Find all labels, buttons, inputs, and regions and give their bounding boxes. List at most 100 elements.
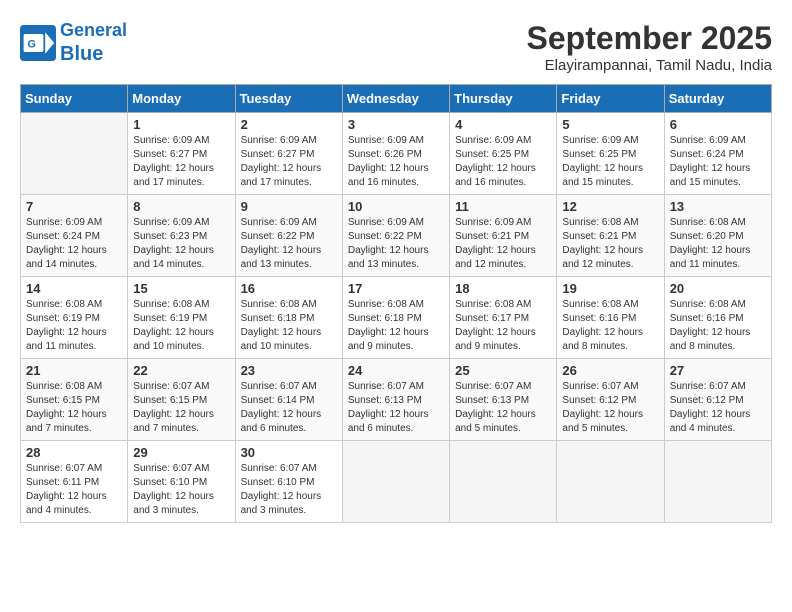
sunset: Sunset: 6:27 PM bbox=[241, 149, 315, 160]
daylight: Daylight: 12 hours and 14 minutes. bbox=[133, 245, 214, 270]
sunset: Sunset: 6:17 PM bbox=[455, 313, 529, 324]
sunset: Sunset: 6:16 PM bbox=[670, 313, 744, 324]
day-number: 30 bbox=[241, 445, 337, 460]
sunset: Sunset: 6:23 PM bbox=[133, 231, 207, 242]
column-header-saturday: Saturday bbox=[664, 85, 771, 113]
day-info: Sunrise: 6:08 AM Sunset: 6:18 PM Dayligh… bbox=[241, 298, 337, 354]
day-info: Sunrise: 6:07 AM Sunset: 6:10 PM Dayligh… bbox=[133, 462, 229, 518]
sunrise: Sunrise: 6:08 AM bbox=[348, 299, 424, 310]
calendar-cell: 23 Sunrise: 6:07 AM Sunset: 6:14 PM Dayl… bbox=[235, 359, 342, 441]
sunrise: Sunrise: 6:07 AM bbox=[670, 381, 746, 392]
calendar-cell: 20 Sunrise: 6:08 AM Sunset: 6:16 PM Dayl… bbox=[664, 277, 771, 359]
day-number: 14 bbox=[26, 281, 122, 296]
day-number: 13 bbox=[670, 199, 766, 214]
sunrise: Sunrise: 6:08 AM bbox=[562, 217, 638, 228]
daylight: Daylight: 12 hours and 16 minutes. bbox=[348, 163, 429, 188]
day-number: 29 bbox=[133, 445, 229, 460]
calendar-cell: 10 Sunrise: 6:09 AM Sunset: 6:22 PM Dayl… bbox=[342, 195, 449, 277]
day-info: Sunrise: 6:08 AM Sunset: 6:18 PM Dayligh… bbox=[348, 298, 444, 354]
calendar-cell: 6 Sunrise: 6:09 AM Sunset: 6:24 PM Dayli… bbox=[664, 113, 771, 195]
daylight: Daylight: 12 hours and 3 minutes. bbox=[133, 491, 214, 516]
day-number: 27 bbox=[670, 363, 766, 378]
sunrise: Sunrise: 6:08 AM bbox=[241, 299, 317, 310]
sunrise: Sunrise: 6:09 AM bbox=[455, 217, 531, 228]
day-info: Sunrise: 6:09 AM Sunset: 6:24 PM Dayligh… bbox=[670, 134, 766, 190]
calendar-cell: 21 Sunrise: 6:08 AM Sunset: 6:15 PM Dayl… bbox=[21, 359, 128, 441]
calendar: SundayMondayTuesdayWednesdayThursdayFrid… bbox=[20, 84, 772, 523]
daylight: Daylight: 12 hours and 7 minutes. bbox=[26, 409, 107, 434]
sunset: Sunset: 6:25 PM bbox=[455, 149, 529, 160]
day-info: Sunrise: 6:08 AM Sunset: 6:16 PM Dayligh… bbox=[670, 298, 766, 354]
day-number: 6 bbox=[670, 117, 766, 132]
sunset: Sunset: 6:24 PM bbox=[26, 231, 100, 242]
sunset: Sunset: 6:19 PM bbox=[26, 313, 100, 324]
calendar-cell: 14 Sunrise: 6:08 AM Sunset: 6:19 PM Dayl… bbox=[21, 277, 128, 359]
daylight: Daylight: 12 hours and 5 minutes. bbox=[562, 409, 643, 434]
sunset: Sunset: 6:22 PM bbox=[348, 231, 422, 242]
sunset: Sunset: 6:12 PM bbox=[670, 395, 744, 406]
daylight: Daylight: 12 hours and 11 minutes. bbox=[670, 245, 751, 270]
calendar-cell: 5 Sunrise: 6:09 AM Sunset: 6:25 PM Dayli… bbox=[557, 113, 664, 195]
logo-text: General Blue bbox=[60, 20, 127, 66]
column-header-monday: Monday bbox=[128, 85, 235, 113]
daylight: Daylight: 12 hours and 12 minutes. bbox=[562, 245, 643, 270]
calendar-week-4: 21 Sunrise: 6:08 AM Sunset: 6:15 PM Dayl… bbox=[21, 359, 772, 441]
column-header-sunday: Sunday bbox=[21, 85, 128, 113]
daylight: Daylight: 12 hours and 8 minutes. bbox=[562, 327, 643, 352]
day-info: Sunrise: 6:09 AM Sunset: 6:24 PM Dayligh… bbox=[26, 216, 122, 272]
calendar-cell: 3 Sunrise: 6:09 AM Sunset: 6:26 PM Dayli… bbox=[342, 113, 449, 195]
sunrise: Sunrise: 6:08 AM bbox=[133, 299, 209, 310]
daylight: Daylight: 12 hours and 9 minutes. bbox=[348, 327, 429, 352]
day-info: Sunrise: 6:09 AM Sunset: 6:23 PM Dayligh… bbox=[133, 216, 229, 272]
sunrise: Sunrise: 6:09 AM bbox=[133, 135, 209, 146]
sunrise: Sunrise: 6:08 AM bbox=[562, 299, 638, 310]
day-info: Sunrise: 6:08 AM Sunset: 6:17 PM Dayligh… bbox=[455, 298, 551, 354]
daylight: Daylight: 12 hours and 14 minutes. bbox=[26, 245, 107, 270]
day-number: 10 bbox=[348, 199, 444, 214]
calendar-cell: 1 Sunrise: 6:09 AM Sunset: 6:27 PM Dayli… bbox=[128, 113, 235, 195]
sunrise: Sunrise: 6:09 AM bbox=[133, 217, 209, 228]
daylight: Daylight: 12 hours and 6 minutes. bbox=[241, 409, 322, 434]
column-header-wednesday: Wednesday bbox=[342, 85, 449, 113]
sunset: Sunset: 6:24 PM bbox=[670, 149, 744, 160]
day-number: 22 bbox=[133, 363, 229, 378]
day-info: Sunrise: 6:09 AM Sunset: 6:21 PM Dayligh… bbox=[455, 216, 551, 272]
day-info: Sunrise: 6:09 AM Sunset: 6:27 PM Dayligh… bbox=[133, 134, 229, 190]
daylight: Daylight: 12 hours and 17 minutes. bbox=[133, 163, 214, 188]
calendar-cell bbox=[342, 441, 449, 523]
logo-icon: G bbox=[20, 25, 56, 61]
month-title: September 2025 bbox=[527, 20, 772, 57]
calendar-cell: 24 Sunrise: 6:07 AM Sunset: 6:13 PM Dayl… bbox=[342, 359, 449, 441]
column-header-tuesday: Tuesday bbox=[235, 85, 342, 113]
sunset: Sunset: 6:20 PM bbox=[670, 231, 744, 242]
calendar-cell: 2 Sunrise: 6:09 AM Sunset: 6:27 PM Dayli… bbox=[235, 113, 342, 195]
daylight: Daylight: 12 hours and 10 minutes. bbox=[133, 327, 214, 352]
calendar-week-5: 28 Sunrise: 6:07 AM Sunset: 6:11 PM Dayl… bbox=[21, 441, 772, 523]
sunset: Sunset: 6:15 PM bbox=[26, 395, 100, 406]
sunset: Sunset: 6:10 PM bbox=[133, 477, 207, 488]
calendar-cell: 22 Sunrise: 6:07 AM Sunset: 6:15 PM Dayl… bbox=[128, 359, 235, 441]
day-info: Sunrise: 6:07 AM Sunset: 6:13 PM Dayligh… bbox=[455, 380, 551, 436]
day-number: 2 bbox=[241, 117, 337, 132]
day-info: Sunrise: 6:09 AM Sunset: 6:27 PM Dayligh… bbox=[241, 134, 337, 190]
calendar-cell: 26 Sunrise: 6:07 AM Sunset: 6:12 PM Dayl… bbox=[557, 359, 664, 441]
day-number: 25 bbox=[455, 363, 551, 378]
day-info: Sunrise: 6:08 AM Sunset: 6:21 PM Dayligh… bbox=[562, 216, 658, 272]
calendar-cell: 19 Sunrise: 6:08 AM Sunset: 6:16 PM Dayl… bbox=[557, 277, 664, 359]
sunrise: Sunrise: 6:08 AM bbox=[670, 299, 746, 310]
day-number: 15 bbox=[133, 281, 229, 296]
calendar-cell: 9 Sunrise: 6:09 AM Sunset: 6:22 PM Dayli… bbox=[235, 195, 342, 277]
day-info: Sunrise: 6:09 AM Sunset: 6:25 PM Dayligh… bbox=[562, 134, 658, 190]
sunrise: Sunrise: 6:07 AM bbox=[562, 381, 638, 392]
sunrise: Sunrise: 6:07 AM bbox=[241, 463, 317, 474]
day-info: Sunrise: 6:09 AM Sunset: 6:22 PM Dayligh… bbox=[241, 216, 337, 272]
calendar-cell: 27 Sunrise: 6:07 AM Sunset: 6:12 PM Dayl… bbox=[664, 359, 771, 441]
calendar-cell: 18 Sunrise: 6:08 AM Sunset: 6:17 PM Dayl… bbox=[450, 277, 557, 359]
day-number: 7 bbox=[26, 199, 122, 214]
calendar-cell: 25 Sunrise: 6:07 AM Sunset: 6:13 PM Dayl… bbox=[450, 359, 557, 441]
calendar-cell: 4 Sunrise: 6:09 AM Sunset: 6:25 PM Dayli… bbox=[450, 113, 557, 195]
day-number: 28 bbox=[26, 445, 122, 460]
sunset: Sunset: 6:18 PM bbox=[241, 313, 315, 324]
day-info: Sunrise: 6:07 AM Sunset: 6:12 PM Dayligh… bbox=[562, 380, 658, 436]
sunset: Sunset: 6:21 PM bbox=[562, 231, 636, 242]
